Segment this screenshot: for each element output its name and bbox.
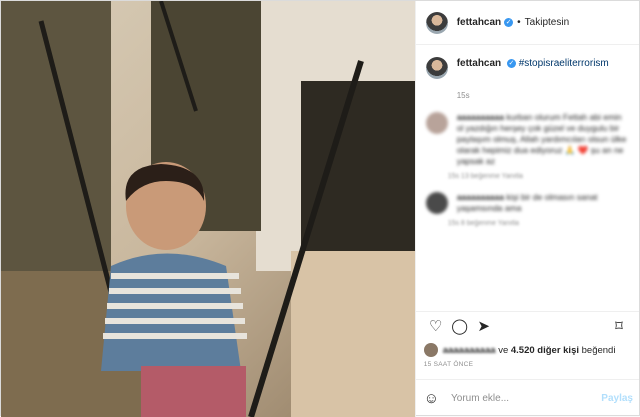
comment-item: aaaaaaaaaa kişi bir de olmasın sanat yaş…	[425, 192, 629, 227]
comment-username[interactable]: aaaaaaaaaa	[457, 192, 504, 202]
caption-text: fettahcan ✓ #stopisraeliterrorism	[457, 57, 609, 79]
comment-username[interactable]: aaaaaaaaaa	[457, 112, 504, 122]
post-sidebar: fettahcan ✓ • Takiptesin fettahcan ✓ #st…	[414, 1, 639, 417]
post-photo[interactable]	[1, 1, 415, 417]
following-status[interactable]: Takiptesin	[525, 17, 569, 28]
instagram-post: fettahcan ✓ • Takiptesin fettahcan ✓ #st…	[0, 0, 640, 417]
caption-username[interactable]: fettahcan	[457, 58, 501, 69]
likes-conj: ve	[498, 344, 509, 356]
heart-icon[interactable]: ♡	[424, 318, 448, 336]
header-username[interactable]: fettahcan	[457, 17, 501, 28]
comment-meta[interactable]: 15s 8 beğenme Yanıtla	[448, 220, 629, 227]
caption: fettahcan ✓ #stopisraeliterrorism	[425, 57, 629, 79]
comment-meta[interactable]: 15s 13 beğenme Yanıtla	[448, 173, 629, 180]
likes-suffix: beğendi	[581, 344, 616, 356]
likes-count[interactable]: 4.520 diğer kişi	[511, 345, 579, 356]
comment-avatar[interactable]	[425, 192, 448, 214]
post-timestamp[interactable]: 15 SAAT ÖNCE	[416, 359, 639, 379]
share-icon[interactable]: ➤	[472, 318, 496, 336]
comment-body: aaaaaaaaaa kişi bir de olmasın sanat yaş…	[457, 192, 629, 214]
avatar[interactable]	[425, 11, 448, 34]
caption-avatar[interactable]	[425, 57, 448, 79]
verified-badge-icon: ✓	[506, 58, 516, 68]
comment-input[interactable]: Yorum ekle...	[451, 393, 509, 404]
liker-avatar[interactable]	[423, 343, 438, 357]
separator-dot: •	[517, 17, 521, 28]
emoji-icon[interactable]: ☺	[424, 390, 439, 407]
verified-badge-icon: ✓	[504, 18, 514, 27]
action-bar: ♡ ◯ ➤ ⌑	[415, 311, 639, 341]
comment-item: aaaaaaaaaa kurban olurum Fettah abi emin…	[425, 112, 629, 180]
caption-hashtag[interactable]: #stopisraeliterrorism	[519, 58, 609, 69]
comments-section[interactable]: fettahcan ✓ #stopisraeliterrorism 15s aa…	[416, 45, 639, 311]
add-comment-bar: ☺ Yorum ekle... Paylaş	[415, 379, 639, 417]
caption-time: 15s	[456, 91, 470, 100]
comment-avatar[interactable]	[425, 112, 448, 134]
post-image	[1, 1, 415, 417]
likes-summary: aaaaaaaaaa ve 4.520 diğer kişi beğendi	[416, 341, 639, 359]
comment-body: aaaaaaaaaa kurban olurum Fettah abi emin…	[457, 112, 629, 167]
post-header: fettahcan ✓ • Takiptesin	[415, 1, 639, 45]
liker-username[interactable]: aaaaaaaaaa	[443, 345, 496, 356]
comment-icon[interactable]: ◯	[448, 318, 472, 336]
bookmark-icon[interactable]: ⌑	[607, 318, 631, 336]
post-comment-button[interactable]: Paylaş	[601, 393, 633, 404]
